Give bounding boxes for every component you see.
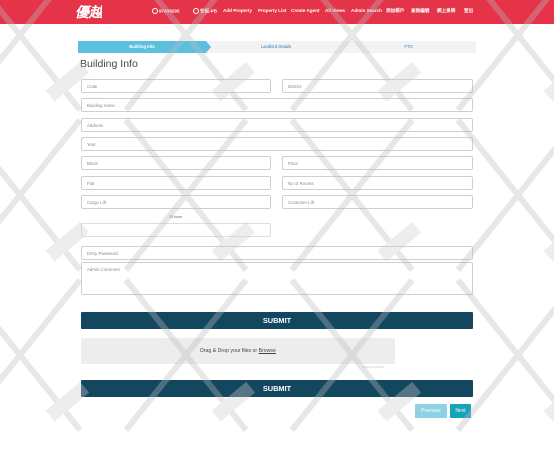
flat-field[interactable] — [81, 176, 271, 190]
browse-link[interactable]: Browse — [259, 348, 276, 354]
customer-lift-field[interactable] — [282, 195, 473, 209]
hours-label: 24 hour — [169, 215, 182, 219]
code-field[interactable] — [81, 79, 271, 93]
step-fto[interactable]: FTO — [341, 41, 476, 53]
brand-logo[interactable]: 優越 — [74, 2, 102, 21]
whatsapp-icon — [193, 8, 199, 14]
step-building-info[interactable]: Building Info — [78, 41, 211, 53]
block-field[interactable] — [81, 156, 271, 170]
nav-add-property[interactable]: Add Property — [223, 8, 252, 13]
cargo-lift-field[interactable] — [81, 195, 271, 209]
building-name-field[interactable] — [81, 98, 473, 112]
whatsapp-icon — [152, 8, 158, 14]
dropzone-text: Drag & Drop your files or — [200, 348, 259, 354]
nav-online-listing[interactable]: 網上掛牌 — [437, 8, 455, 14]
next-button[interactable]: Next — [450, 404, 471, 418]
nav-whatsapp-2[interactable]: 安板-PB — [193, 8, 217, 15]
svg-text:優越: 優越 — [75, 4, 102, 21]
district-field[interactable] — [282, 79, 473, 93]
nav-create-agent[interactable]: Create Agent — [291, 8, 319, 13]
nav-property-list[interactable]: Property List — [258, 8, 286, 13]
watermark-mark — [0, 118, 90, 272]
hours-select[interactable] — [81, 223, 271, 237]
submit-button[interactable]: SUBMIT — [81, 312, 473, 329]
nav-all-views[interactable]: All Views — [325, 8, 345, 13]
powered-by-text: Powered by PQINA — [362, 366, 385, 369]
step-landlord-details[interactable]: Landlord Details — [211, 41, 341, 53]
step-tabs: Building Info Landlord Details FTO — [78, 41, 476, 53]
entry-password-field[interactable] — [81, 246, 473, 260]
watermark-mark — [455, 278, 554, 432]
address-field[interactable] — [81, 118, 473, 132]
watermark-mark — [0, 278, 90, 432]
upload-submit-button[interactable]: SUBMIT — [81, 380, 473, 397]
year-field[interactable] — [81, 137, 473, 151]
nav-logout[interactable]: 登出 — [464, 8, 473, 14]
admin-comment-field[interactable] — [81, 262, 473, 295]
nav-whatsapp-1[interactable]: 97838295 — [152, 8, 179, 14]
top-navbar: 優越 97838295 安板-PB Add Property Property … — [0, 0, 554, 24]
nav-admin-search[interactable]: Admin Search — [351, 8, 382, 13]
previous-button[interactable]: Previous — [415, 404, 447, 418]
file-dropzone[interactable]: Drag & Drop your files or Browse — [81, 338, 395, 364]
floor-field[interactable] — [282, 156, 473, 170]
nav-add-account[interactable]: 添加帳戶 — [386, 8, 404, 14]
page-title: Building Info — [80, 58, 138, 70]
no-of-rooms-field[interactable] — [282, 176, 473, 190]
nav-query-number[interactable]: 查詢編號 — [411, 8, 429, 14]
